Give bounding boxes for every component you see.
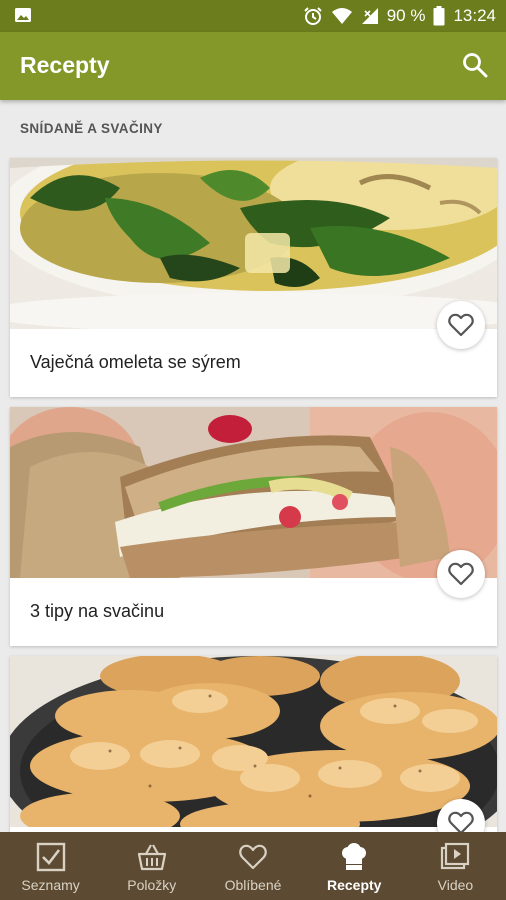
recipes-list[interactable]: SNÍDANĚ A SVAČINY Vaječná omeleta se sýr… (0, 100, 506, 832)
recipe-card[interactable] (10, 656, 497, 832)
video-icon (441, 842, 470, 870)
status-bar: 90 % 13:24 (0, 0, 506, 32)
clock: 13:24 (453, 6, 496, 25)
recipe-title: Vaječná omeleta se sýrem (30, 352, 241, 372)
omelette-spinach-photo (10, 158, 497, 329)
sandwich-photo (10, 407, 497, 578)
bottom-navigation: Seznamy Položky Oblíbené Recepty Video (0, 832, 506, 900)
alarm-icon (303, 7, 322, 25)
nav-label: Seznamy (21, 877, 80, 893)
nav-item-oblibene[interactable]: Oblíbené (202, 832, 303, 900)
heart-outline-icon (448, 313, 474, 337)
checkbox-icon (36, 842, 65, 872)
nav-label: Recepty (326, 877, 382, 893)
heart-outline-icon (448, 811, 474, 832)
recipe-card[interactable]: Vaječná omeleta se sýrem (10, 158, 497, 397)
signal-icon (361, 8, 378, 24)
nav-label: Oblíbené (224, 877, 282, 893)
section-title: SNÍDANĚ A SVAČINY (20, 121, 163, 136)
chef-hat-icon (342, 843, 367, 870)
search-icon[interactable] (462, 52, 488, 78)
favorite-button[interactable] (437, 301, 485, 349)
wifi-icon (331, 8, 352, 24)
heart-icon (239, 844, 267, 870)
nav-item-recepty[interactable]: Recepty (304, 832, 405, 900)
nav-item-seznamy[interactable]: Seznamy (0, 832, 101, 900)
basket-icon (137, 844, 166, 871)
nav-label: Položky (127, 877, 177, 893)
app-bar: Recepty (0, 32, 506, 100)
image-notification-icon (15, 8, 31, 22)
recipe-title: 3 tipy na svačinu (30, 601, 165, 621)
nav-item-polozky[interactable]: Položky (101, 832, 202, 900)
nav-item-video[interactable]: Video (405, 832, 506, 900)
app-title: Recepty (20, 52, 110, 78)
battery-icon (433, 6, 445, 26)
braided-bread-rolls-photo (10, 656, 497, 827)
recipe-card[interactable]: 3 tipy na svačinu (10, 407, 497, 646)
battery-percentage: 90 % (386, 6, 426, 25)
nav-label: Video (437, 877, 474, 893)
heart-outline-icon (448, 562, 474, 586)
favorite-button[interactable] (437, 550, 485, 598)
